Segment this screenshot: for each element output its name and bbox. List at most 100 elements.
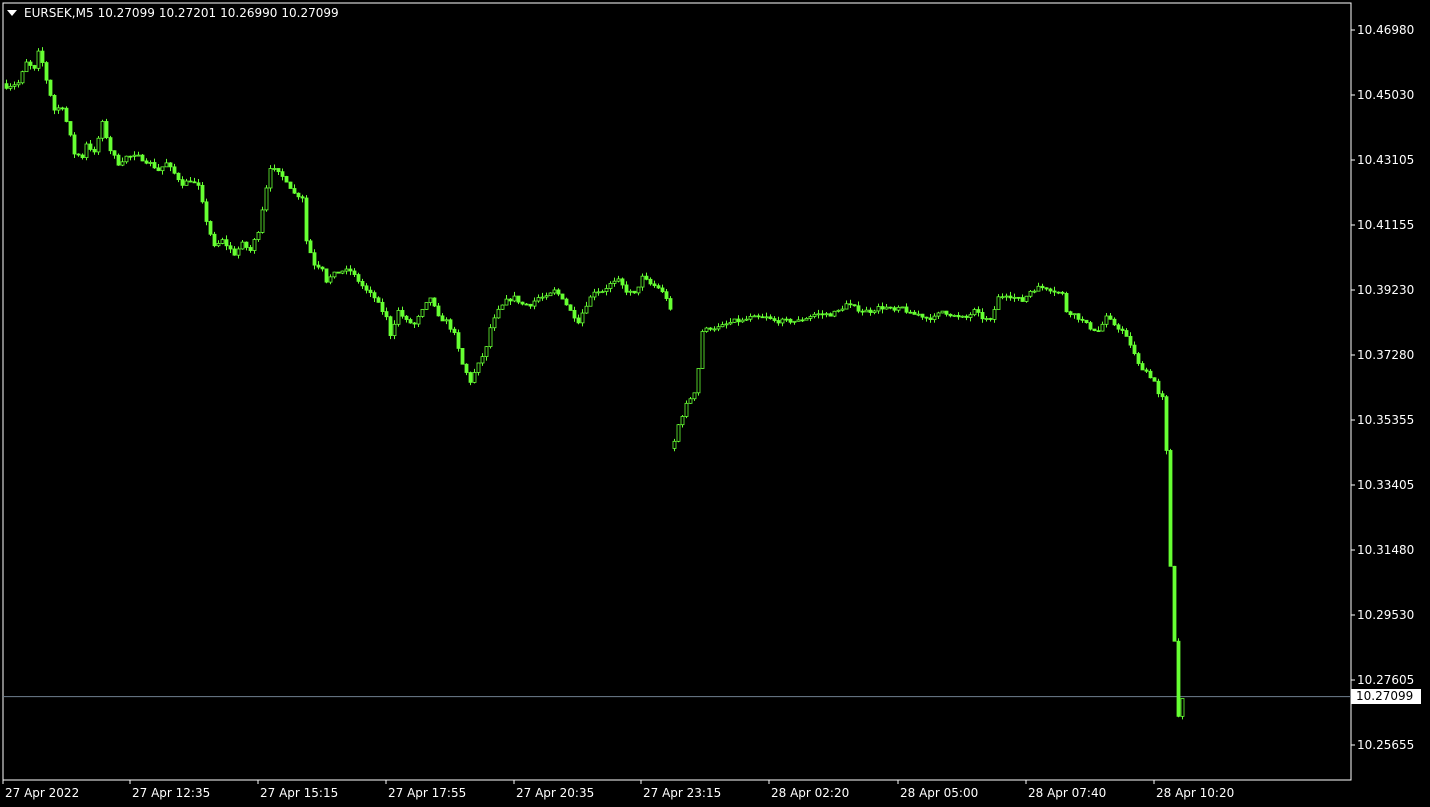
candle-body xyxy=(196,182,201,186)
candle-body xyxy=(528,303,533,307)
candle-body xyxy=(456,332,461,349)
candle-body xyxy=(796,319,801,322)
candle-body xyxy=(208,221,213,235)
candle-body xyxy=(396,310,401,325)
candle-body xyxy=(160,166,165,172)
candle-body xyxy=(1064,292,1069,313)
candle-body xyxy=(836,309,841,312)
candle-body xyxy=(496,308,501,319)
candle-body xyxy=(444,319,449,322)
candle-body xyxy=(684,402,689,417)
candle-body xyxy=(724,323,729,326)
candle-body xyxy=(360,281,365,287)
candle-body xyxy=(800,319,805,322)
candle-body xyxy=(296,192,301,198)
candle-body xyxy=(1052,290,1057,293)
x-tick-label: 28 Apr 10:20 xyxy=(1156,786,1235,800)
candle-body xyxy=(1044,287,1049,290)
x-tick-label: 27 Apr 23:15 xyxy=(643,786,722,800)
candle-body xyxy=(492,317,497,329)
y-tick-label: 10.43105 xyxy=(1357,153,1415,167)
candle-body xyxy=(68,121,73,136)
candle-body xyxy=(1100,323,1105,332)
candle-body xyxy=(116,154,121,166)
candle-body xyxy=(276,168,281,173)
candle-body xyxy=(1060,291,1065,294)
y-tick-label: 10.27605 xyxy=(1357,673,1415,687)
candle-body xyxy=(280,171,285,177)
candle-body xyxy=(624,284,629,293)
candle-body xyxy=(312,252,317,266)
open-value: 10.27099 xyxy=(97,6,155,20)
y-tick-label: 10.25655 xyxy=(1357,738,1415,752)
candle-body xyxy=(1136,353,1141,364)
candle-body xyxy=(288,181,293,189)
candle-body xyxy=(924,316,929,319)
candle-body xyxy=(668,298,673,310)
candle-body xyxy=(604,288,609,292)
close-value: 10.27099 xyxy=(281,6,339,20)
candle-body xyxy=(112,150,117,156)
candle-body xyxy=(464,363,469,373)
candle-body xyxy=(652,283,657,287)
chart-canvas[interactable] xyxy=(0,0,1430,807)
candle-body xyxy=(268,168,273,189)
candle-body xyxy=(944,310,949,315)
candle-body xyxy=(592,291,597,298)
candle-body xyxy=(284,176,289,183)
candle-body xyxy=(484,346,489,358)
candle-body xyxy=(904,306,909,313)
candle-body xyxy=(88,143,93,150)
candle-body xyxy=(908,311,913,314)
candle-body xyxy=(128,155,133,158)
candle-body xyxy=(620,278,625,286)
candle-body xyxy=(1012,296,1017,299)
candle-body xyxy=(1124,330,1129,337)
candle-body xyxy=(424,302,429,310)
candle-body xyxy=(176,172,181,181)
candle-body xyxy=(740,319,745,323)
candle-body xyxy=(824,313,829,316)
candle-body xyxy=(636,286,641,294)
candle-body xyxy=(172,166,177,174)
candle-body xyxy=(232,248,237,256)
candle-body xyxy=(336,271,341,274)
candle-body xyxy=(1172,565,1177,642)
candle-body xyxy=(752,315,757,318)
candle-body xyxy=(928,317,933,321)
candle-body xyxy=(844,303,849,310)
candle-body xyxy=(1056,291,1061,294)
candle-body xyxy=(700,331,705,369)
candle-body xyxy=(568,304,573,311)
candle-body xyxy=(732,318,737,323)
candle-body xyxy=(1024,295,1029,302)
dropdown-triangle-icon[interactable] xyxy=(6,7,18,19)
candle-body xyxy=(516,295,521,303)
candle-body xyxy=(452,328,457,334)
candle-body xyxy=(32,65,37,69)
candle-body xyxy=(72,134,77,155)
candle-body xyxy=(420,309,425,317)
candle-body xyxy=(864,309,869,313)
candle-body xyxy=(776,320,781,324)
candle-body xyxy=(780,318,785,324)
candle-body xyxy=(248,247,253,251)
candle-body xyxy=(1160,393,1165,398)
candle-body xyxy=(572,310,577,319)
candle-body xyxy=(676,424,681,442)
candle-body xyxy=(952,314,957,317)
candle-body xyxy=(216,243,221,247)
candle-body xyxy=(1128,335,1133,346)
candle-body xyxy=(476,362,481,373)
candle-body xyxy=(1032,290,1037,293)
candle-body xyxy=(264,187,269,211)
candle-body xyxy=(692,392,697,400)
candle-body xyxy=(1132,344,1137,355)
candle-body xyxy=(460,348,465,365)
candle-body xyxy=(356,274,361,282)
candle-body xyxy=(612,280,617,284)
candle-body xyxy=(168,162,173,168)
chart-window[interactable]: EURSEK,M5 10.27099 10.27201 10.26990 10.… xyxy=(0,0,1430,807)
candle-body xyxy=(736,318,741,323)
candle-body xyxy=(1004,295,1009,298)
